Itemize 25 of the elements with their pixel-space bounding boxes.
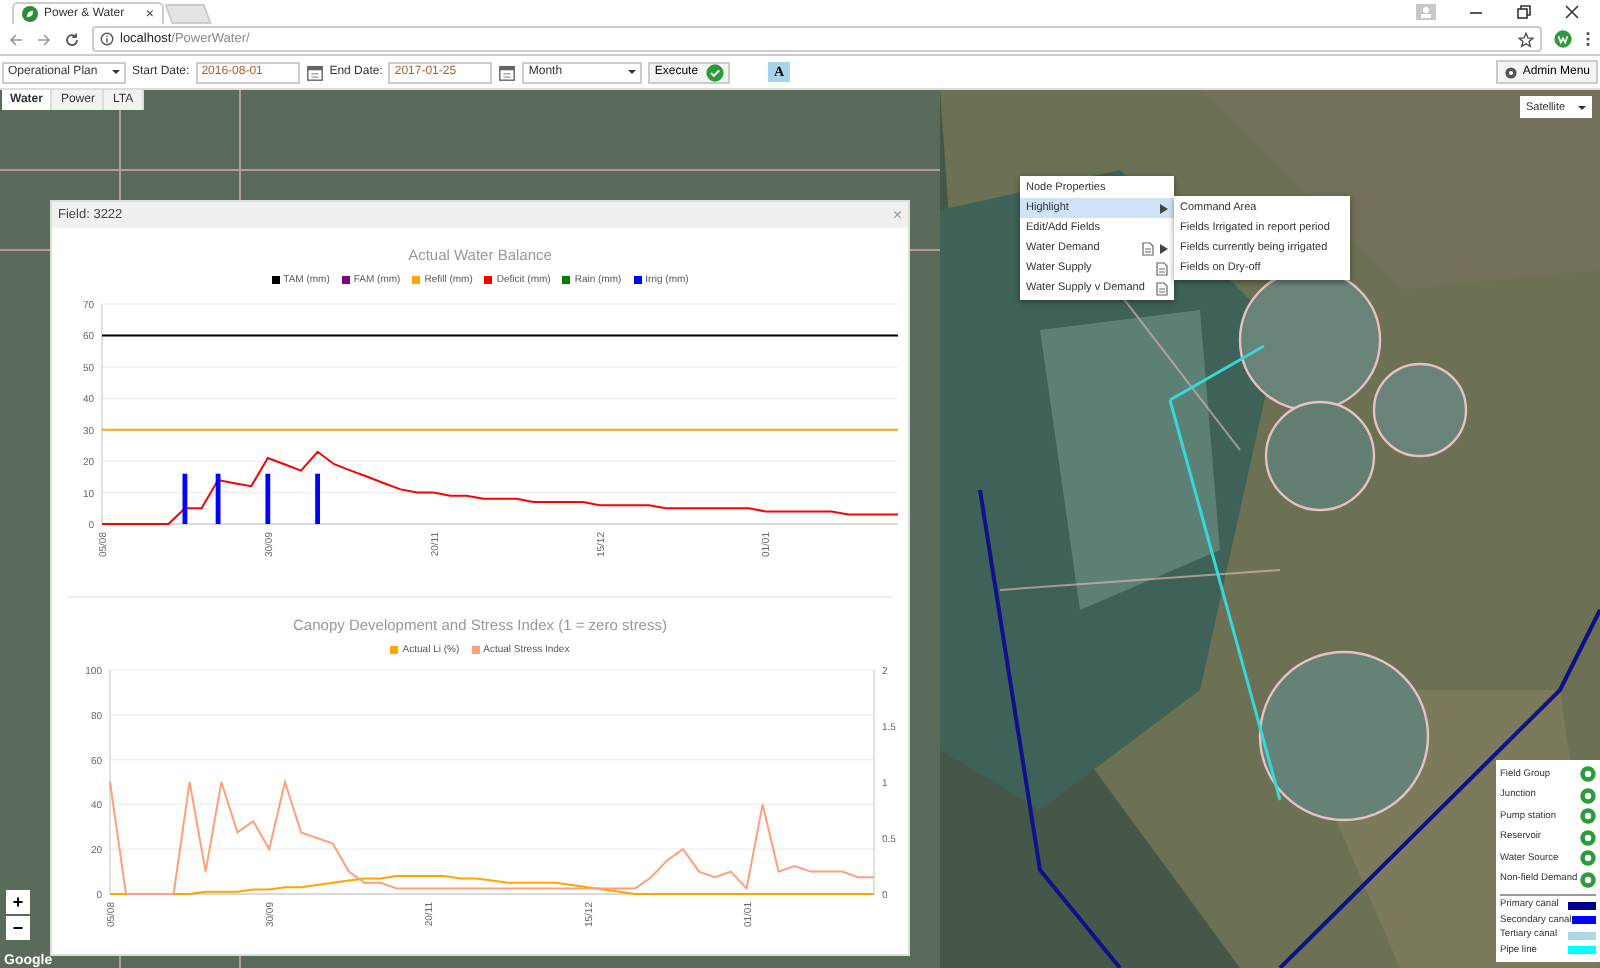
zoom-out-button[interactable]: − bbox=[6, 916, 30, 940]
zoom-in-button[interactable]: + bbox=[6, 890, 30, 914]
star-icon[interactable] bbox=[1518, 31, 1534, 47]
close-icon[interactable] bbox=[1564, 4, 1580, 20]
more-icon[interactable] bbox=[1584, 30, 1592, 48]
data-bar bbox=[215, 473, 221, 524]
document-icon bbox=[1156, 281, 1168, 295]
submenu-arrow-icon bbox=[1160, 203, 1168, 213]
reload-icon[interactable] bbox=[64, 31, 80, 47]
restore-icon[interactable] bbox=[1516, 4, 1532, 20]
calendar-icon[interactable] bbox=[498, 63, 517, 81]
check-icon bbox=[706, 63, 725, 81]
gear-icon bbox=[1504, 65, 1519, 79]
document-icon bbox=[1156, 261, 1168, 275]
data-bar bbox=[265, 473, 271, 524]
back-icon[interactable] bbox=[8, 31, 24, 47]
submenu-arrow-icon bbox=[1160, 243, 1168, 253]
extension-icon[interactable] bbox=[1554, 30, 1572, 48]
info-icon bbox=[100, 32, 114, 46]
calendar-icon[interactable] bbox=[305, 63, 324, 81]
forward-icon[interactable] bbox=[36, 31, 52, 47]
leaf-icon bbox=[22, 6, 38, 22]
document-icon bbox=[1142, 241, 1154, 255]
data-bar bbox=[315, 473, 320, 524]
data-bar bbox=[182, 473, 188, 524]
